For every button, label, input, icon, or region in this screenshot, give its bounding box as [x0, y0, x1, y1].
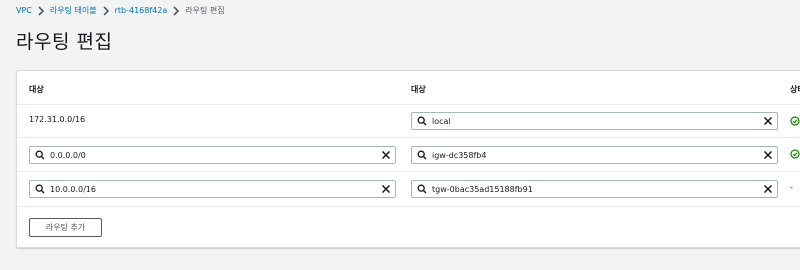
- search-icon: [417, 116, 427, 126]
- close-icon[interactable]: [763, 150, 773, 160]
- chevron-right-icon: [37, 6, 45, 16]
- target-search-field[interactable]: [411, 146, 778, 164]
- close-icon[interactable]: [763, 184, 773, 194]
- target-search-field[interactable]: [411, 112, 778, 130]
- divider: [17, 137, 800, 138]
- breadcrumb-route-tables[interactable]: 라우팅 테이블: [50, 5, 97, 17]
- target-input[interactable]: [427, 148, 763, 162]
- target-input[interactable]: [427, 182, 763, 196]
- chevron-right-icon: [172, 6, 180, 16]
- header-destination: 대상: [29, 85, 44, 94]
- status-text: -: [790, 183, 793, 192]
- add-route-button[interactable]: 라우팅 추가: [29, 218, 102, 237]
- header-target: 대상: [411, 85, 426, 94]
- divider: [17, 171, 800, 172]
- target-search-field[interactable]: [411, 180, 778, 198]
- page-title: 라우팅 편집: [16, 31, 113, 53]
- breadcrumb: VPC 라우팅 테이블 rtb-4168f42a 라우팅 편집: [16, 5, 225, 17]
- breadcrumb-current: 라우팅 편집: [185, 6, 225, 15]
- target-input[interactable]: [427, 114, 763, 128]
- search-icon: [35, 150, 45, 160]
- header-status: 상태: [790, 85, 800, 94]
- check-circle-icon: [790, 149, 800, 159]
- destination-cell: 172.31.0.0/16: [29, 115, 86, 124]
- destination-search-field[interactable]: [29, 146, 396, 164]
- divider: [17, 104, 800, 105]
- close-icon[interactable]: [381, 184, 391, 194]
- chevron-right-icon: [102, 6, 110, 16]
- destination-input[interactable]: [45, 148, 381, 162]
- search-icon: [35, 184, 45, 194]
- close-icon[interactable]: [763, 116, 773, 126]
- search-icon: [417, 184, 427, 194]
- divider: [17, 206, 800, 207]
- routes-table-panel: 대상 대상 상태 172.31.0.0/16: [16, 70, 800, 248]
- destination-input[interactable]: [45, 182, 381, 196]
- destination-search-field[interactable]: [29, 180, 396, 198]
- breadcrumb-vpc[interactable]: VPC: [16, 5, 32, 17]
- breadcrumb-route-table-id[interactable]: rtb-4168f42a: [115, 5, 168, 17]
- close-icon[interactable]: [381, 150, 391, 160]
- check-circle-icon: [790, 116, 800, 126]
- search-icon: [417, 150, 427, 160]
